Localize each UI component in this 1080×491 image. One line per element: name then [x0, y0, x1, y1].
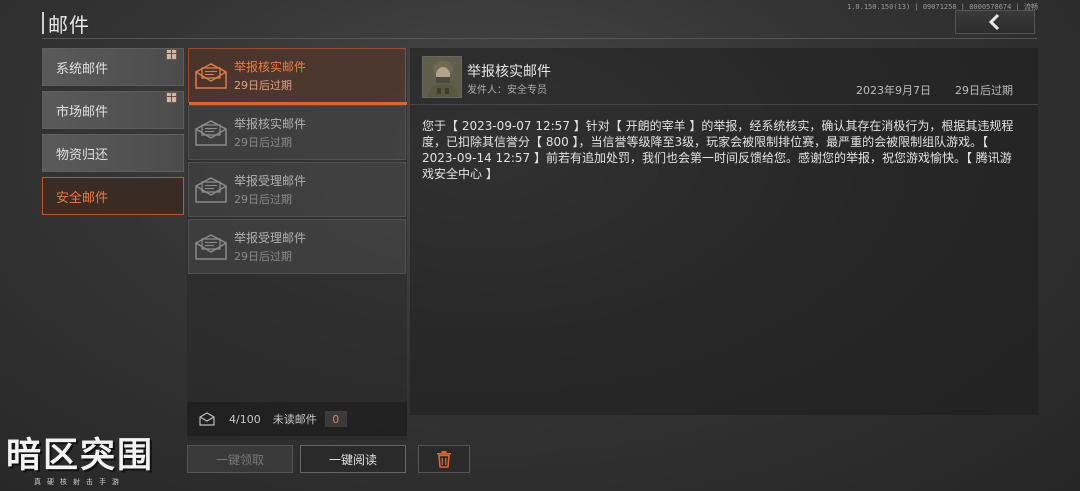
title-accent-bar: [42, 12, 44, 34]
mail-category-sidebar: 系统邮件 市场邮件 物资归还 安全邮件: [42, 48, 184, 220]
delete-button[interactable]: [418, 445, 470, 473]
mail-list-item[interactable]: 举报受理邮件 29日后过期: [188, 162, 406, 217]
category-label: 系统邮件: [56, 61, 109, 77]
gift-icon: [166, 49, 177, 60]
mail-list-item[interactable]: 举报受理邮件 29日后过期: [188, 219, 406, 274]
game-logo: 暗区突围 真硬核射击手游: [6, 437, 166, 491]
mail-body: 您于【 2023-09-07 12:57 】针对【 开朗的宰羊 】的举报，经系统…: [422, 119, 1014, 181]
read-all-button[interactable]: 一键阅读: [300, 445, 406, 473]
envelope-open-icon: [195, 119, 227, 146]
mail-expiry: 29日后过期: [234, 193, 292, 206]
category-system-mail[interactable]: 系统邮件: [42, 48, 184, 86]
mail-list-item[interactable]: 举报核实邮件 29日后过期: [188, 48, 407, 105]
header-divider: [410, 104, 1038, 105]
chevron-left-icon: [988, 13, 1000, 31]
logo-title: 暗区突围: [6, 436, 155, 476]
mail-title: 举报受理邮件: [234, 231, 307, 245]
logo-subtitle: 真硬核射击手游: [34, 478, 125, 486]
mail-list-item[interactable]: 举报核实邮件 29日后过期: [188, 105, 406, 160]
top-bar: 邮件 1.0.150.150(13) | 09071258 | 80005786…: [0, 0, 1080, 40]
gift-icon: [166, 92, 177, 103]
mail-title: 举报核实邮件: [234, 60, 307, 74]
mail-content-panel: 举报核实邮件 发件人：安全专员 2023年9月7日 29日后过期 您于【 202…: [410, 48, 1038, 415]
envelope-open-icon: [195, 176, 227, 203]
claim-all-button[interactable]: 一键领取: [187, 445, 293, 473]
category-security-mail[interactable]: 安全邮件: [42, 177, 184, 215]
mail-date: 2023年9月7日: [856, 84, 931, 97]
category-label: 安全邮件: [56, 190, 109, 206]
unread-label: 未读邮件: [272, 413, 317, 426]
mailbox-icon: [199, 412, 215, 426]
mail-list: 举报核实邮件 29日后过期 举报核实邮件 29日后过期 举报受理邮件 29日后过…: [187, 48, 407, 440]
sender-avatar: [422, 56, 462, 98]
mail-title: 举报核实邮件: [234, 117, 307, 131]
mail-expiry: 29日后过期: [234, 79, 292, 92]
page-title: 邮件: [48, 13, 90, 37]
category-market-mail[interactable]: 市场邮件: [42, 91, 184, 129]
mail-title: 举报受理邮件: [234, 174, 307, 188]
top-divider: [42, 38, 1037, 39]
back-button[interactable]: [955, 10, 1035, 34]
mail-count-bar: 4/100 未读邮件 0: [187, 402, 407, 436]
category-label: 物资归还: [56, 147, 109, 163]
soldier-portrait-icon: [423, 57, 461, 97]
mail-expiry: 29日后过期: [955, 84, 1013, 97]
mail-subject: 举报核实邮件: [467, 64, 551, 80]
mail-count: 4/100: [229, 412, 261, 426]
mail-expiry: 29日后过期: [234, 136, 292, 149]
mail-expiry: 29日后过期: [234, 250, 292, 263]
envelope-open-icon: [195, 233, 227, 260]
mail-header: 举报核实邮件 发件人：安全专员 2023年9月7日 29日后过期: [410, 48, 1038, 104]
category-label: 市场邮件: [56, 104, 109, 120]
category-supply-return[interactable]: 物资归还: [42, 134, 184, 172]
envelope-icon: [195, 62, 227, 89]
unread-count-badge: 0: [324, 411, 347, 427]
trash-icon: [437, 451, 451, 468]
mail-sender: 发件人：安全专员: [467, 85, 547, 96]
